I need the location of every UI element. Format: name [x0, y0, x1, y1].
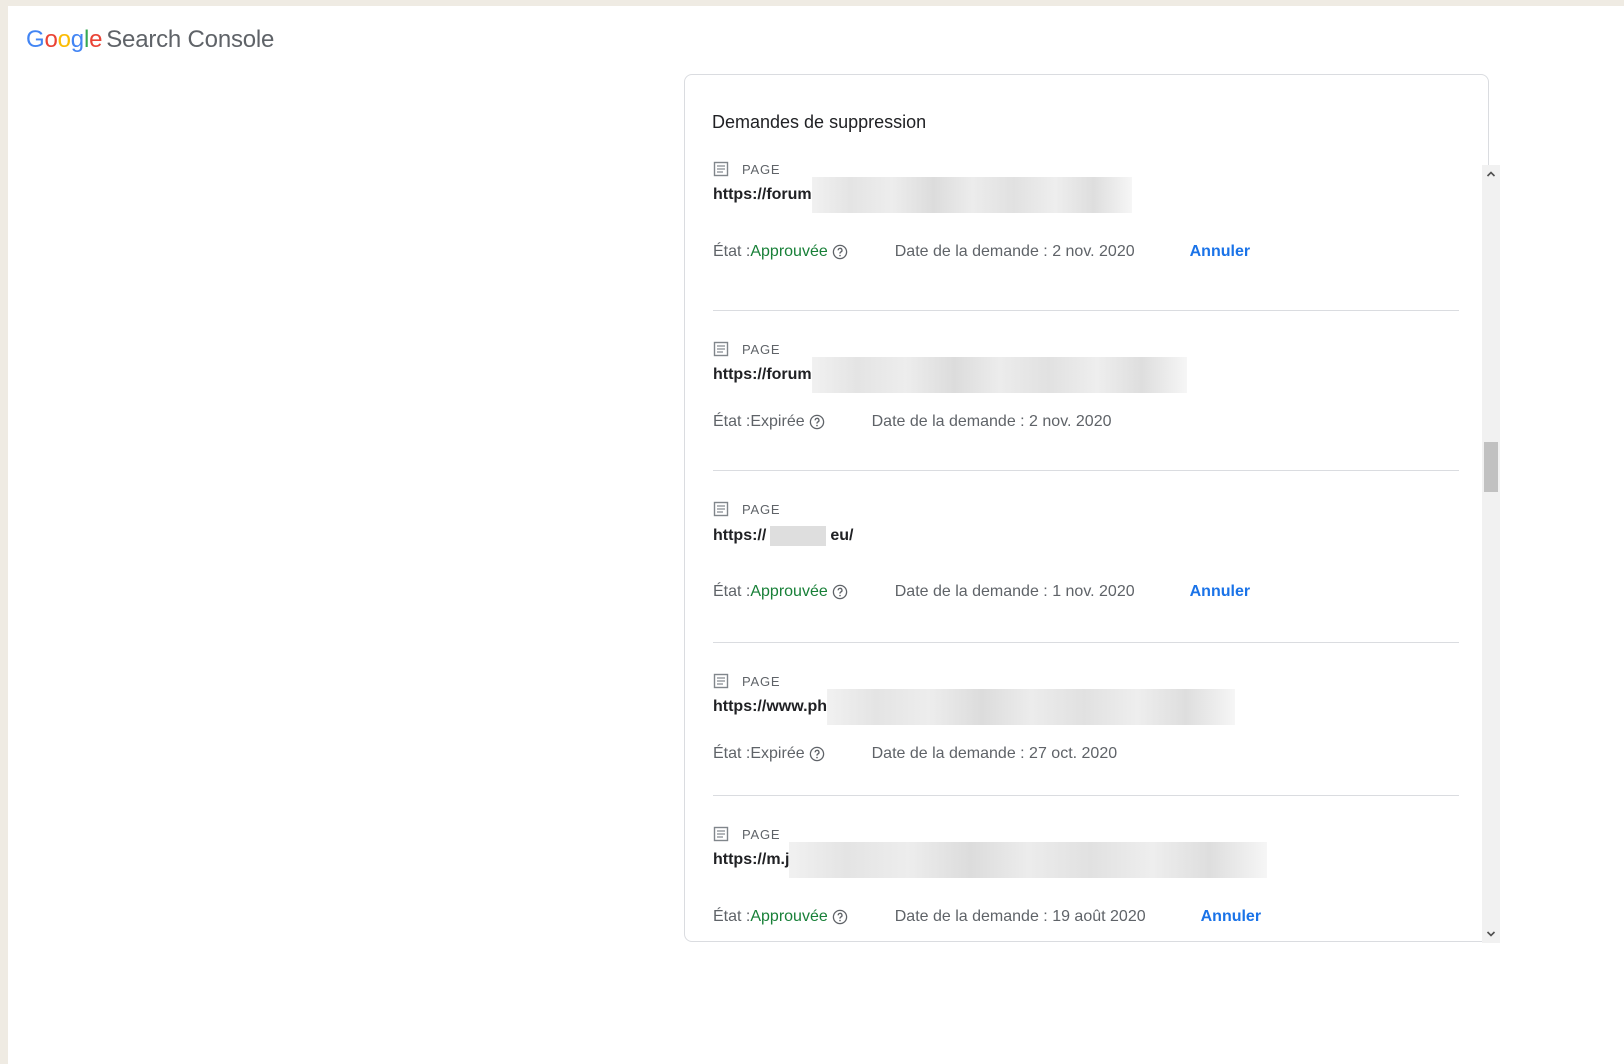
help-icon[interactable] [832, 584, 848, 600]
help-icon[interactable] [809, 746, 825, 762]
scroll-down-arrow[interactable] [1482, 925, 1500, 943]
item-type: PAGE [713, 826, 780, 842]
help-icon[interactable] [809, 414, 825, 430]
card-title: Demandes de suppression [712, 112, 927, 132]
status-label: État : [713, 908, 751, 925]
item-type-label: PAGE [742, 161, 781, 177]
item-type: PAGE [713, 673, 780, 689]
item-meta: État : Approuvée Date de la demande : 1 … [713, 583, 1250, 601]
status-label: État : [713, 583, 751, 600]
list-item: PAGE https://m.j État : Approuvée Date d… [713, 796, 1459, 935]
item-type-label: PAGE [742, 501, 781, 517]
request-date: Date de la demande : 2 nov. 2020 [871, 413, 1112, 430]
item-type: PAGE [713, 341, 780, 357]
list-item: PAGE https:// eu/ État : Approuvée Date … [713, 471, 1459, 643]
cancel-link[interactable]: Annuler [1190, 243, 1250, 261]
redacted-url-blur [827, 689, 1236, 725]
item-type-label: PAGE [742, 826, 781, 842]
list-scrollbar[interactable] [1482, 165, 1500, 943]
item-url: https://forum [713, 177, 1132, 213]
scroll-thumb[interactable] [1484, 442, 1498, 492]
item-url: https://www.ph [713, 689, 1236, 725]
url-text: https://m.j [713, 851, 790, 868]
list-item: PAGE https://forum État : Approuvée Date… [713, 161, 1459, 311]
item-meta: État : Approuvée Date de la demande : 19… [713, 908, 1261, 926]
help-icon[interactable] [832, 909, 848, 925]
item-meta: État : Expirée Date de la demande : 2 no… [713, 413, 1111, 431]
product-name: Search Console [106, 26, 275, 53]
item-meta: État : Approuvée Date de la demande : 2 … [713, 243, 1250, 261]
page-icon [713, 161, 729, 177]
url-text: https://forum [713, 186, 812, 203]
item-url: https://forum [713, 357, 1187, 393]
status-value: Approuvée [750, 908, 828, 925]
status-label: État : [713, 745, 751, 762]
status-label: État : [713, 413, 751, 430]
chevron-down-icon [1486, 931, 1496, 937]
logo-letter: g [70, 26, 84, 53]
url-text: https:// [713, 527, 767, 544]
item-type: PAGE [713, 501, 780, 517]
url-text-suffix: eu/ [830, 527, 854, 544]
url-text: https://forum [713, 366, 812, 383]
status-value: Approuvée [750, 583, 828, 600]
removal-requests-list: PAGE https://forum État : Approuvée Date… [713, 161, 1459, 935]
logo-letter: e [89, 26, 103, 53]
item-type: PAGE [713, 161, 780, 177]
list-item: PAGE https://www.ph État : Expirée Date … [713, 643, 1459, 796]
page-icon [713, 501, 729, 517]
item-meta: État : Expirée Date de la demande : 27 o… [713, 745, 1117, 763]
page-icon [713, 341, 729, 357]
logo-letter: G [26, 26, 45, 53]
redacted-url-blur [811, 357, 1187, 393]
item-type-label: PAGE [742, 673, 781, 689]
cancel-link[interactable]: Annuler [1201, 908, 1261, 926]
request-date: Date de la demande : 27 oct. 2020 [871, 745, 1118, 762]
scroll-up-arrow[interactable] [1482, 165, 1500, 183]
logo-letter: o [44, 26, 58, 53]
removal-requests-card: Demandes de suppression PAGE https://for… [684, 74, 1489, 942]
google-search-console-logo[interactable]: Google Search Console [26, 26, 274, 54]
status-label: État : [713, 243, 751, 260]
logo-letter: o [57, 26, 71, 53]
chevron-up-icon [1486, 171, 1496, 177]
list-item: PAGE https://forum État : Expirée Date d… [713, 311, 1459, 471]
redacted-url-blur [789, 842, 1268, 878]
item-url: https://m.j [713, 842, 1268, 878]
status-value: Expirée [750, 413, 805, 430]
item-type-label: PAGE [742, 341, 781, 357]
request-date: Date de la demande : 2 nov. 2020 [894, 243, 1135, 260]
cancel-link[interactable]: Annuler [1190, 583, 1250, 601]
help-icon[interactable] [832, 244, 848, 260]
url-text: https://www.ph [713, 698, 828, 715]
redacted-url-blur [811, 177, 1132, 213]
request-date: Date de la demande : 1 nov. 2020 [894, 583, 1135, 600]
item-url: https:// eu/ [713, 526, 853, 546]
redacted-url-blur [770, 526, 827, 546]
page-icon [713, 673, 729, 689]
page-icon [713, 826, 729, 842]
request-date: Date de la demande : 19 août 2020 [894, 908, 1146, 925]
status-value: Expirée [750, 745, 805, 762]
status-value: Approuvée [750, 243, 828, 260]
